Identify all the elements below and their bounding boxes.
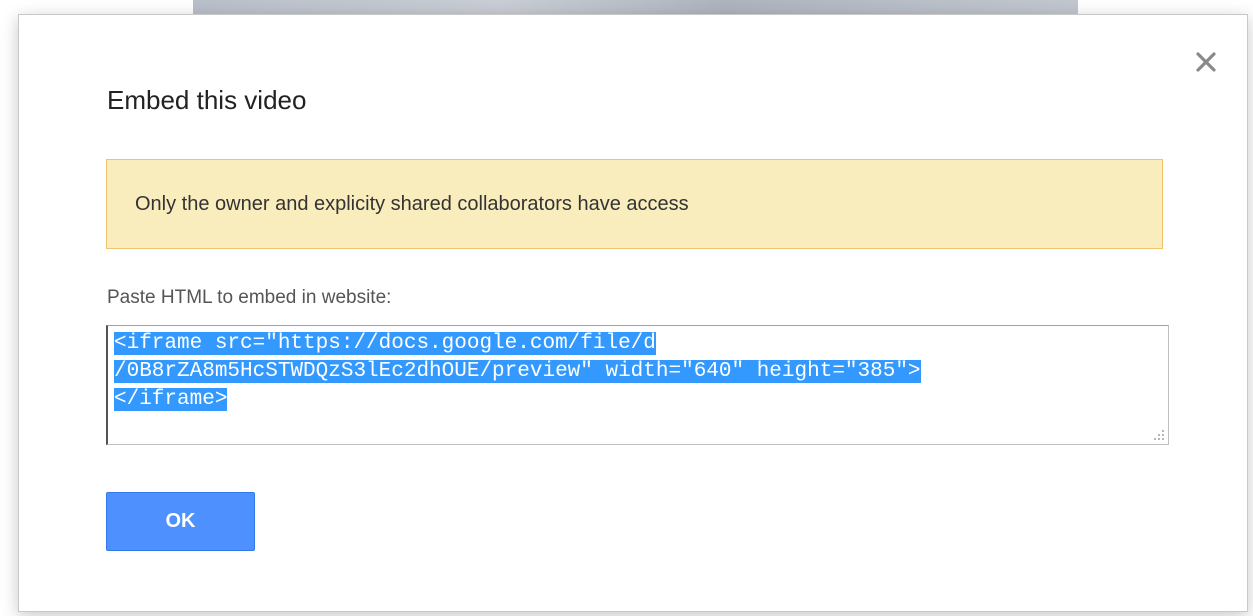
embed-code-label: Paste HTML to embed in website:: [107, 287, 392, 308]
access-notice-text: Only the owner and explicity shared coll…: [135, 193, 689, 215]
embed-video-dialog: Embed this video Only the owner and expl…: [18, 14, 1248, 612]
ok-button[interactable]: OK: [106, 492, 255, 551]
close-button[interactable]: [1193, 49, 1219, 75]
embed-code-textarea[interactable]: <iframe src="https://docs.google.com/fil…: [106, 325, 1169, 445]
access-notice: Only the owner and explicity shared coll…: [106, 159, 1163, 249]
background-page-strip: [193, 0, 1078, 14]
embed-code-line-1: <iframe src="https://docs.google.com/fil…: [114, 332, 656, 355]
embed-code-line-3: </iframe>: [114, 388, 228, 411]
resize-handle-icon[interactable]: [1151, 427, 1165, 441]
embed-code-line-2: /0B8rZA8m5HcSTWDQzS3lEc2dhOUE/preview" w…: [114, 360, 921, 383]
close-icon: [1196, 52, 1216, 72]
embed-code-text: <iframe src="https://docs.google.com/fil…: [114, 330, 1162, 414]
dialog-title: Embed this video: [107, 85, 307, 115]
